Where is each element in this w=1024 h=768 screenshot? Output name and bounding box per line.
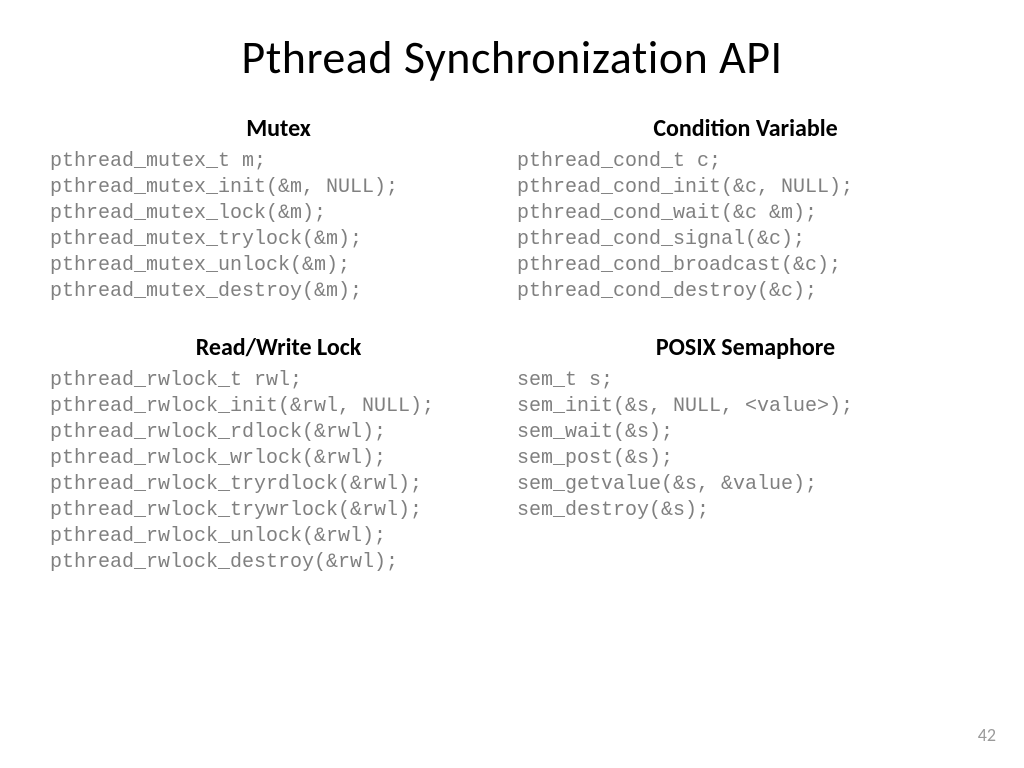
code-block-cond: pthread_cond_t c; pthread_cond_init(&c, … (517, 149, 974, 305)
content-grid: Mutex pthread_mutex_t m; pthread_mutex_i… (50, 114, 974, 576)
code-block-rwlock: pthread_rwlock_t rwl; pthread_rwlock_ini… (50, 368, 507, 576)
section-heading-mutex: Mutex (50, 114, 507, 143)
page-number: 42 (978, 724, 996, 746)
section-mutex: Mutex pthread_mutex_t m; pthread_mutex_i… (50, 114, 507, 305)
code-block-mutex: pthread_mutex_t m; pthread_mutex_init(&m… (50, 149, 507, 305)
section-heading-sem: POSIX Semaphore (517, 333, 974, 362)
section-heading-rwlock: Read/Write Lock (50, 333, 507, 362)
section-rwlock: Read/Write Lock pthread_rwlock_t rwl; pt… (50, 333, 507, 576)
code-block-sem: sem_t s; sem_init(&s, NULL, <value>); se… (517, 368, 974, 524)
section-heading-cond: Condition Variable (517, 114, 974, 143)
section-cond: Condition Variable pthread_cond_t c; pth… (517, 114, 974, 305)
slide: Pthread Synchronization API Mutex pthrea… (0, 0, 1024, 768)
slide-title: Pthread Synchronization API (50, 30, 974, 86)
section-sem: POSIX Semaphore sem_t s; sem_init(&s, NU… (517, 333, 974, 576)
